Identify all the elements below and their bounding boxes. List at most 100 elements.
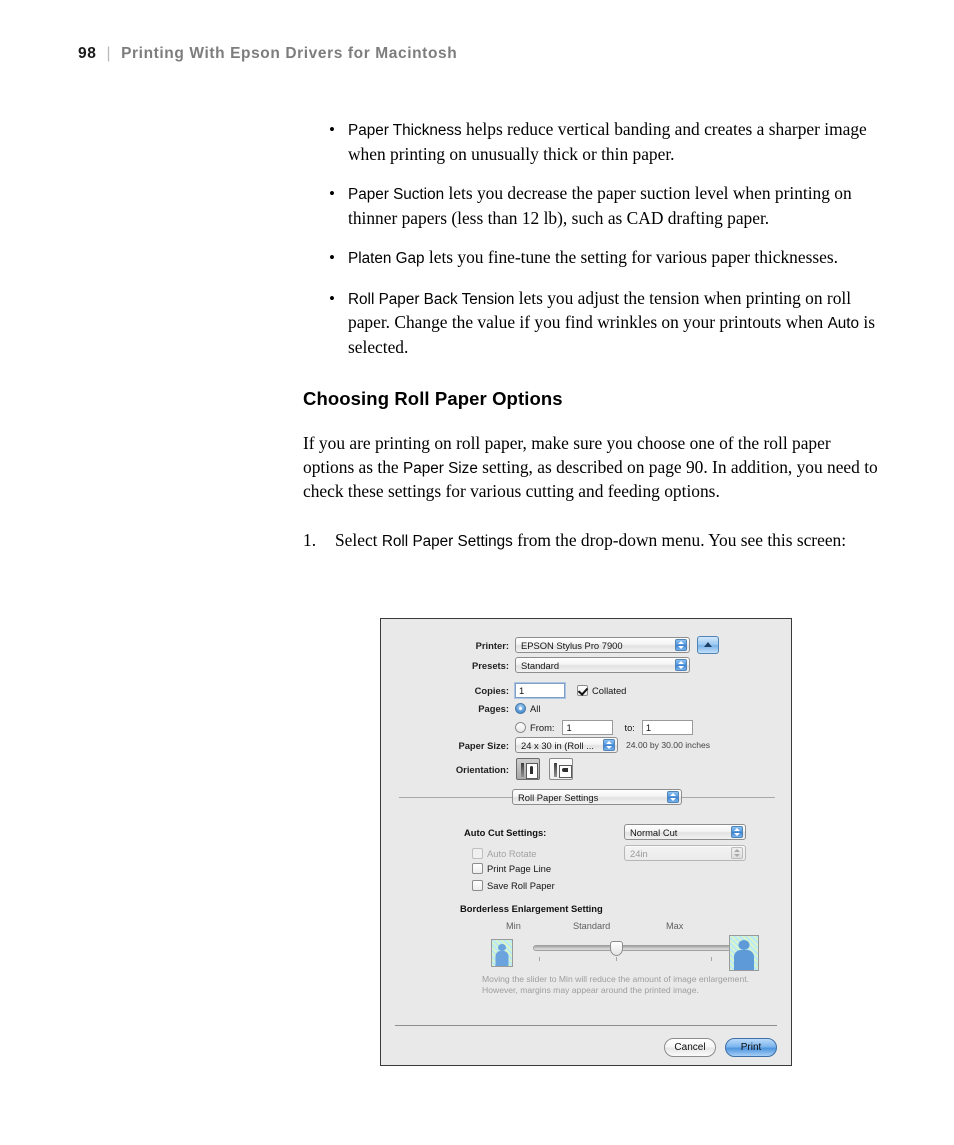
step-part-2: from the drop-down menu. You see this sc… xyxy=(512,529,847,550)
presets-label: Presets: xyxy=(471,659,509,671)
presets-row: Presets: Standard xyxy=(381,657,773,673)
checkbox-icon xyxy=(472,863,483,874)
divider-left xyxy=(399,797,512,798)
chevron-updown-icon xyxy=(675,659,687,671)
bullet-term: Paper Suction xyxy=(348,186,445,203)
auto-rotate-size-value: 24in xyxy=(630,847,648,859)
printer-select[interactable]: EPSON Stylus Pro 7900 xyxy=(515,637,690,653)
paper-size-row: Paper Size: 24 x 30 in (Roll ... 24.00 b… xyxy=(381,737,781,753)
collated-label: Collated xyxy=(592,685,627,696)
bullet-text: lets you fine-tune the setting for vario… xyxy=(424,247,838,267)
list-item: • Paper Suction lets you decrease the pa… xyxy=(303,182,883,230)
pages-from-input[interactable]: 1 xyxy=(562,720,614,735)
landscape-figure-icon xyxy=(561,768,568,772)
bullet-term-auto: Auto xyxy=(827,315,860,332)
preview-thumbnail-max xyxy=(729,935,759,971)
checkbox-icon xyxy=(472,847,483,859)
slider-max-label: Max xyxy=(666,921,684,931)
save-roll-paper-checkbox[interactable]: Save Roll Paper xyxy=(472,880,555,891)
save-roll-paper-label: Save Roll Paper xyxy=(487,880,555,891)
copies-input[interactable]: 1 xyxy=(515,683,565,698)
paper-size-dimensions: 24.00 by 30.00 inches xyxy=(626,740,711,750)
pages-from-value: 1 xyxy=(566,722,572,733)
printer-label: Printer: xyxy=(475,639,509,651)
triangle-up-icon xyxy=(704,642,712,647)
page-number: 98 xyxy=(78,45,97,62)
page-header: 98 | Printing With Epson Drivers for Mac… xyxy=(78,45,457,63)
auto-rotate-size-select: 24in xyxy=(624,845,746,861)
landscape-bar-icon xyxy=(554,763,557,777)
bullet-dot: • xyxy=(329,288,335,308)
feature-bullet-list: • Paper Thickness helps reduce vertical … xyxy=(303,118,883,359)
person-head-icon xyxy=(498,944,506,951)
bullet-term: Platen Gap xyxy=(348,250,425,267)
print-dialog-screenshot: Printer: EPSON Stylus Pro 7900 Presets: … xyxy=(380,618,792,1066)
collated-checkbox[interactable]: Collated xyxy=(577,685,626,696)
pane-select-value: Roll Paper Settings xyxy=(518,791,599,803)
slider-caption-line1: Moving the slider to Min will reduce the… xyxy=(482,974,750,984)
slider-caption: Moving the slider to Min will reduce the… xyxy=(482,974,782,996)
orientation-row: Orientation: xyxy=(381,758,773,780)
printer-row: Printer: EPSON Stylus Pro 7900 xyxy=(381,636,773,654)
step-number: 1. xyxy=(303,529,317,550)
section-paragraph: If you are printing on roll paper, make … xyxy=(303,432,883,504)
enlargement-slider-thumb[interactable] xyxy=(610,941,623,956)
print-page-line-checkbox[interactable]: Print Page Line xyxy=(472,863,551,874)
slider-tick-min xyxy=(539,957,540,961)
slider-scale-labels: Min Standard Max xyxy=(481,921,771,935)
chevron-updown-icon xyxy=(675,639,687,651)
checkbox-icon xyxy=(472,880,483,891)
auto-cut-select[interactable]: Normal Cut xyxy=(624,824,746,840)
paper-size-value: 24 x 30 in (Roll ... xyxy=(521,739,594,751)
page-title: Printing With Epson Drivers for Macintos… xyxy=(121,45,458,62)
dialog-actions: Cancel Print xyxy=(664,1038,777,1057)
chevron-updown-icon xyxy=(603,739,615,751)
section-heading: Choosing Roll Paper Options xyxy=(303,388,563,409)
radio-selected-icon xyxy=(515,703,526,714)
auto-cut-row: Auto Cut Settings: Normal Cut xyxy=(464,824,774,840)
auto-rotate-row: Auto Rotate 24in xyxy=(472,845,782,861)
pages-to-input[interactable]: 1 xyxy=(641,720,693,735)
print-button[interactable]: Print xyxy=(725,1038,777,1057)
pane-selector-row: Roll Paper Settings xyxy=(381,789,793,807)
presets-select[interactable]: Standard xyxy=(515,657,690,673)
pages-from-radio[interactable]: From: xyxy=(515,722,554,733)
enlargement-slider-track[interactable] xyxy=(533,945,759,951)
presets-value: Standard xyxy=(521,659,560,671)
content-column: • Paper Thickness helps reduce vertical … xyxy=(303,118,883,553)
portrait-figure-icon xyxy=(529,766,533,774)
pages-row-range: From: 1 to: 1 xyxy=(381,720,773,735)
printer-list-expand-button[interactable] xyxy=(697,636,719,654)
pages-all-radio[interactable]: All xyxy=(515,703,540,714)
orientation-portrait-button[interactable] xyxy=(516,758,540,780)
auto-cut-label: Auto Cut Settings: xyxy=(464,826,547,838)
bullet-term: Paper Thickness xyxy=(348,122,462,139)
divider-right xyxy=(680,797,775,798)
pages-all-label: All xyxy=(530,703,541,714)
slider-tick-standard xyxy=(616,957,617,961)
list-item: 1. Select Roll Paper Settings from the dr… xyxy=(303,529,883,554)
numbered-step-list: 1. Select Roll Paper Settings from the dr… xyxy=(303,529,883,554)
bottom-divider xyxy=(395,1025,777,1026)
pane-select[interactable]: Roll Paper Settings xyxy=(512,789,682,805)
radio-unselected-icon xyxy=(515,722,526,733)
person-head-icon xyxy=(738,940,750,950)
borderless-title: Borderless Enlargement Setting xyxy=(460,903,603,914)
cancel-button[interactable]: Cancel xyxy=(664,1038,716,1057)
paper-size-select[interactable]: 24 x 30 in (Roll ... xyxy=(515,737,618,753)
slider-standard-label: Standard xyxy=(573,921,611,931)
auto-rotate-checkbox[interactable]: Auto Rotate xyxy=(472,847,624,859)
list-item: • Platen Gap lets you fine-tune the sett… xyxy=(303,246,883,271)
person-body-icon xyxy=(734,950,754,970)
pages-to-value: 1 xyxy=(645,722,652,733)
pages-to-label: to: xyxy=(624,722,635,733)
list-item: • Roll Paper Back Tension lets you adjus… xyxy=(303,287,883,360)
printer-value: EPSON Stylus Pro 7900 xyxy=(521,639,623,651)
checkbox-check-icon xyxy=(577,685,588,696)
slider-tick-max xyxy=(711,957,712,961)
orientation-landscape-button[interactable] xyxy=(549,758,573,780)
orientation-label: Orientation: xyxy=(455,763,509,775)
pages-from-label: From: xyxy=(530,722,555,733)
paper-size-label: Paper Size: xyxy=(458,739,509,751)
bullet-dot: • xyxy=(329,184,335,203)
